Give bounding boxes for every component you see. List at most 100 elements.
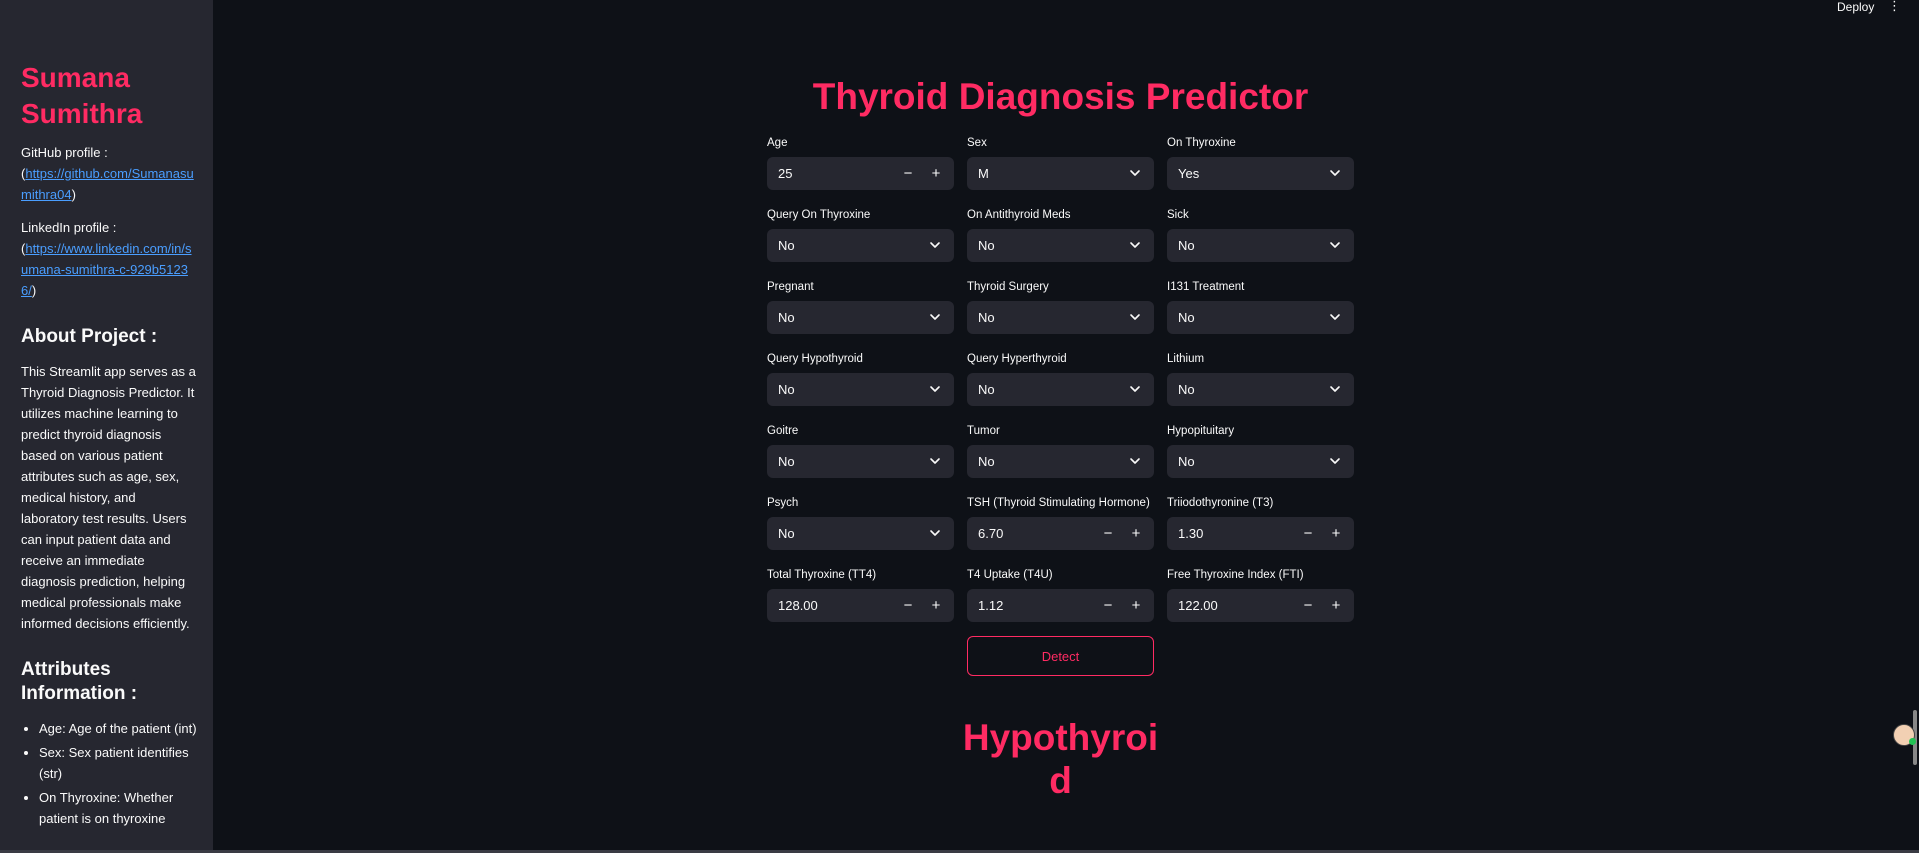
i131-treatment-select[interactable]: No: [1167, 301, 1354, 334]
github-profile: GitHub profile : (https://github.com/Sum…: [21, 142, 197, 205]
t4-uptake-t4u-number-input[interactable]: 1.12 − +: [967, 589, 1154, 622]
field-query-on-thyroxine: Query On Thyroxine No: [767, 208, 954, 262]
paren-close: ): [31, 283, 37, 298]
field-pregnant: Pregnant No: [767, 280, 954, 334]
attribute-item: Age: Age of the patient (int): [39, 718, 197, 739]
field-sex: Sex M: [967, 136, 1154, 190]
total-thyroxine-tt4-number-input[interactable]: 128.00 − +: [767, 589, 954, 622]
field-label: On Thyroxine: [1167, 137, 1236, 149]
field-label: Lithium: [1167, 353, 1205, 365]
field-label: Query Hyperthyroid: [967, 353, 1067, 365]
chevron-down-icon: [928, 310, 942, 324]
tumor-select[interactable]: No: [967, 445, 1154, 478]
chevron-down-icon: [1128, 238, 1142, 252]
free-thyroxine-index-fti-number-input[interactable]: 122.00 − +: [1167, 589, 1354, 622]
decrement-button[interactable]: −: [1294, 597, 1322, 614]
increment-button[interactable]: +: [1322, 525, 1350, 542]
decrement-button[interactable]: −: [1294, 525, 1322, 542]
field-value: 1.12: [978, 598, 1004, 613]
field-label: Tumor: [967, 425, 1000, 437]
decrement-button[interactable]: −: [1094, 525, 1122, 542]
on-antithyroid-meds-select[interactable]: No: [967, 229, 1154, 262]
field-label: Age: [767, 137, 788, 149]
increment-button[interactable]: +: [1122, 597, 1150, 614]
field-triiodothyronine-t3: Triiodothyronine (T3) 1.30 − +: [1167, 496, 1354, 550]
chevron-down-icon: [928, 238, 942, 252]
thyroid-surgery-select[interactable]: No: [967, 301, 1154, 334]
field-label: TSH (Thyroid Stimulating Hormone): [967, 497, 1150, 509]
field-label: Triiodothyronine (T3): [1167, 497, 1274, 509]
field-tsh-thyroid-stimulating-hormone: TSH (Thyroid Stimulating Hormone) 6.70 − +: [967, 496, 1154, 550]
field-goitre: Goitre No: [767, 424, 954, 478]
about-text: This Streamlit app serves as a Thyroid D…: [21, 364, 196, 631]
lithium-select[interactable]: No: [1167, 373, 1354, 406]
github-link[interactable]: https://github.com/Sumanasumithra04: [21, 166, 194, 202]
about-heading: About Project :: [21, 326, 158, 347]
field-label: T4 Uptake (T4U): [967, 569, 1053, 581]
field-label: Psych: [767, 497, 799, 509]
increment-button[interactable]: +: [922, 165, 950, 182]
field-label: Query On Thyroxine: [767, 209, 871, 221]
increment-button[interactable]: +: [1122, 525, 1150, 542]
github-label: GitHub profile :: [21, 145, 108, 160]
field-thyroid-surgery: Thyroid Surgery No: [967, 280, 1154, 334]
field-i131-treatment: I131 Treatment No: [1167, 280, 1354, 334]
field-query-hyperthyroid: Query Hyperthyroid No: [967, 352, 1154, 406]
sick-select[interactable]: No: [1167, 229, 1354, 262]
chevron-down-icon: [1328, 454, 1342, 468]
status-dot: [1909, 738, 1916, 745]
hypopituitary-select[interactable]: No: [1167, 445, 1354, 478]
chevron-down-icon: [1128, 382, 1142, 396]
field-label: Hypopituitary: [1167, 425, 1235, 437]
attributes-list: Age: Age of the patient (int) Sex: Sex p…: [21, 718, 197, 829]
chevron-down-icon: [928, 454, 942, 468]
field-tumor: Tumor No: [967, 424, 1154, 478]
increment-button[interactable]: +: [1322, 597, 1350, 614]
paren-close: ): [71, 187, 76, 202]
increment-button[interactable]: +: [922, 597, 950, 614]
chevron-down-icon: [1128, 454, 1142, 468]
attribute-item: On Thyroxine: Whether patient is on thyr…: [39, 787, 197, 829]
chevron-down-icon: [1328, 310, 1342, 324]
sex-select[interactable]: M: [967, 157, 1154, 190]
decrement-button[interactable]: −: [894, 165, 922, 182]
attribute-item: Sex: Sex patient identifies (str): [39, 742, 197, 784]
field-label: Free Thyroxine Index (FTI): [1167, 569, 1304, 581]
chevron-down-icon: [928, 382, 942, 396]
psych-select[interactable]: No: [767, 517, 954, 550]
field-psych: Psych No: [767, 496, 954, 550]
tsh-thyroid-stimulating-hormone-number-input[interactable]: 6.70 − +: [967, 517, 1154, 550]
field-on-antithyroid-meds: On Antithyroid Meds No: [967, 208, 1154, 262]
linkedin-profile: LinkedIn profile : (https://www.linkedin…: [21, 217, 197, 301]
decrement-button[interactable]: −: [1094, 597, 1122, 614]
page-title: Thyroid Diagnosis Predictor: [812, 76, 1309, 117]
linkedin-link[interactable]: https://www.linkedin.com/in/sumana-sumit…: [21, 241, 192, 298]
field-total-thyroxine-tt4: Total Thyroxine (TT4) 128.00 − +: [767, 568, 954, 622]
chevron-down-icon: [1128, 166, 1142, 180]
chevron-down-icon: [1328, 166, 1342, 180]
query-hyperthyroid-select[interactable]: No: [967, 373, 1154, 406]
field-age: Age 25 − +: [767, 136, 954, 190]
triiodothyronine-t3-number-input[interactable]: 1.30 − +: [1167, 517, 1354, 550]
field-value: 128.00: [778, 598, 818, 613]
field-t4-uptake-t4u: T4 Uptake (T4U) 1.12 − +: [967, 568, 1154, 622]
detect-button[interactable]: Detect: [967, 636, 1154, 676]
vertical-dots-icon[interactable]: ⋮: [1888, 0, 1901, 12]
prediction-result: Hypothyroid: [962, 717, 1159, 801]
input-grid: Age 25− + Sex M On Thyroxine Yes Query On Thyro…: [767, 136, 1354, 622]
field-label: Query Hypothyroid: [767, 353, 863, 365]
query-on-thyroxine-select[interactable]: No: [767, 229, 954, 262]
chevron-down-icon: [1128, 310, 1142, 324]
linkedin-label: LinkedIn profile :: [21, 220, 117, 235]
deploy-button[interactable]: Deploy: [1837, 0, 1874, 14]
chevron-down-icon: [1328, 238, 1342, 252]
field-label: Sex: [967, 137, 987, 149]
decrement-button[interactable]: −: [894, 597, 922, 614]
main-content: Thyroid Diagnosis Predictor Age 25− + Sex M O…: [767, 72, 1354, 802]
goitre-select[interactable]: No: [767, 445, 954, 478]
pregnant-select[interactable]: No: [767, 301, 954, 334]
field-label: Goitre: [767, 425, 799, 437]
age-number-input[interactable]: 25 − +: [767, 157, 954, 190]
query-hypothyroid-select[interactable]: No: [767, 373, 954, 406]
on-thyroxine-select[interactable]: Yes: [1167, 157, 1354, 190]
